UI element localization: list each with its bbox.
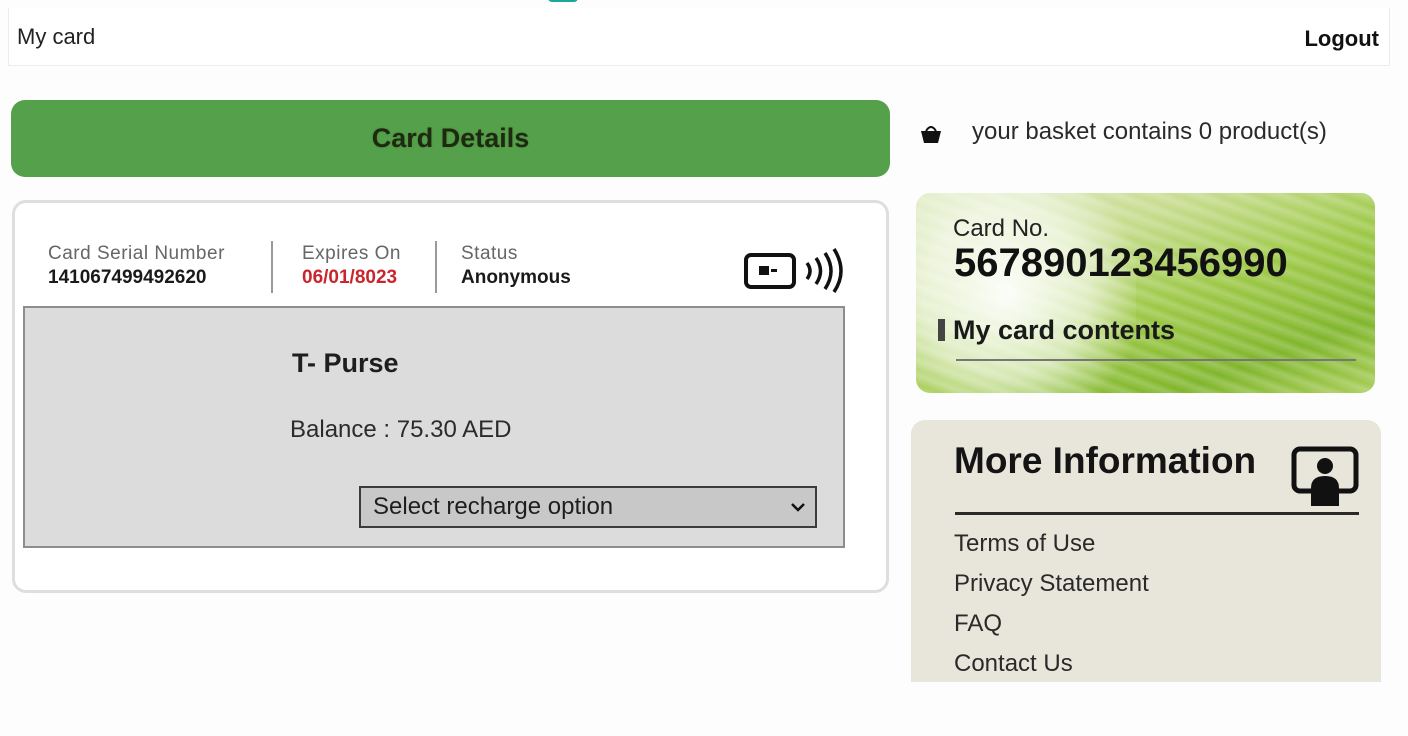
basket-icon[interactable] [920, 122, 942, 144]
bullet-bar [938, 319, 945, 341]
page-title: My card [17, 24, 96, 49]
contact-us-link[interactable]: Contact Us [954, 650, 1073, 678]
my-card-contents-link[interactable]: My card contents [953, 315, 1175, 346]
card-details-header: Card Details [11, 100, 890, 177]
chevron-down-icon [791, 503, 805, 512]
card-number-box: Card No. 567890123456990 My card content… [916, 193, 1375, 393]
card-details-panel: Card Serial Number 141067499492620 Expir… [12, 200, 889, 593]
basket-status-text: your basket contains 0 product(s) [972, 118, 1327, 145]
divider [956, 359, 1356, 361]
purse-balance: Balance : 75.30 AED [290, 416, 512, 443]
divider [271, 241, 273, 293]
recharge-option-select[interactable]: Select recharge option [359, 486, 817, 528]
serial-number-label: Card Serial Number [48, 243, 225, 264]
status-label: Status [461, 243, 518, 264]
divider [435, 241, 437, 293]
privacy-statement-link[interactable]: Privacy Statement [954, 570, 1149, 598]
contactless-card-icon [744, 248, 843, 293]
top-bar: My card Logout [8, 8, 1390, 66]
t-purse-section: T- Purse Balance : 75.30 AED Select rech… [23, 306, 845, 548]
status-value: Anonymous [461, 267, 571, 288]
card-number-label: Card No. [953, 215, 1050, 242]
status-block: Status Anonymous [461, 243, 571, 289]
card-details-heading: Card Details [371, 123, 530, 153]
terms-of-use-link[interactable]: Terms of Use [954, 530, 1095, 558]
top-accent [548, 0, 578, 2]
recharge-select-value: Select recharge option [373, 493, 614, 520]
serial-number-block: Card Serial Number 141067499492620 [48, 243, 225, 289]
card-number-value: 567890123456990 [954, 241, 1288, 285]
serial-number-value: 141067499492620 [48, 267, 207, 288]
logout-link[interactable]: Logout [1304, 26, 1379, 52]
faq-link[interactable]: FAQ [954, 610, 1002, 638]
more-information-title: More Information [954, 440, 1257, 481]
purse-title: T- Purse [292, 348, 399, 378]
person-info-icon [1291, 446, 1359, 506]
expires-value: 06/01/8023 [302, 267, 398, 288]
more-information-box: More Information Terms of Use Privacy St… [911, 420, 1381, 682]
expires-label: Expires On [302, 243, 401, 264]
expiry-block: Expires On 06/01/8023 [302, 243, 401, 289]
divider [955, 512, 1359, 515]
